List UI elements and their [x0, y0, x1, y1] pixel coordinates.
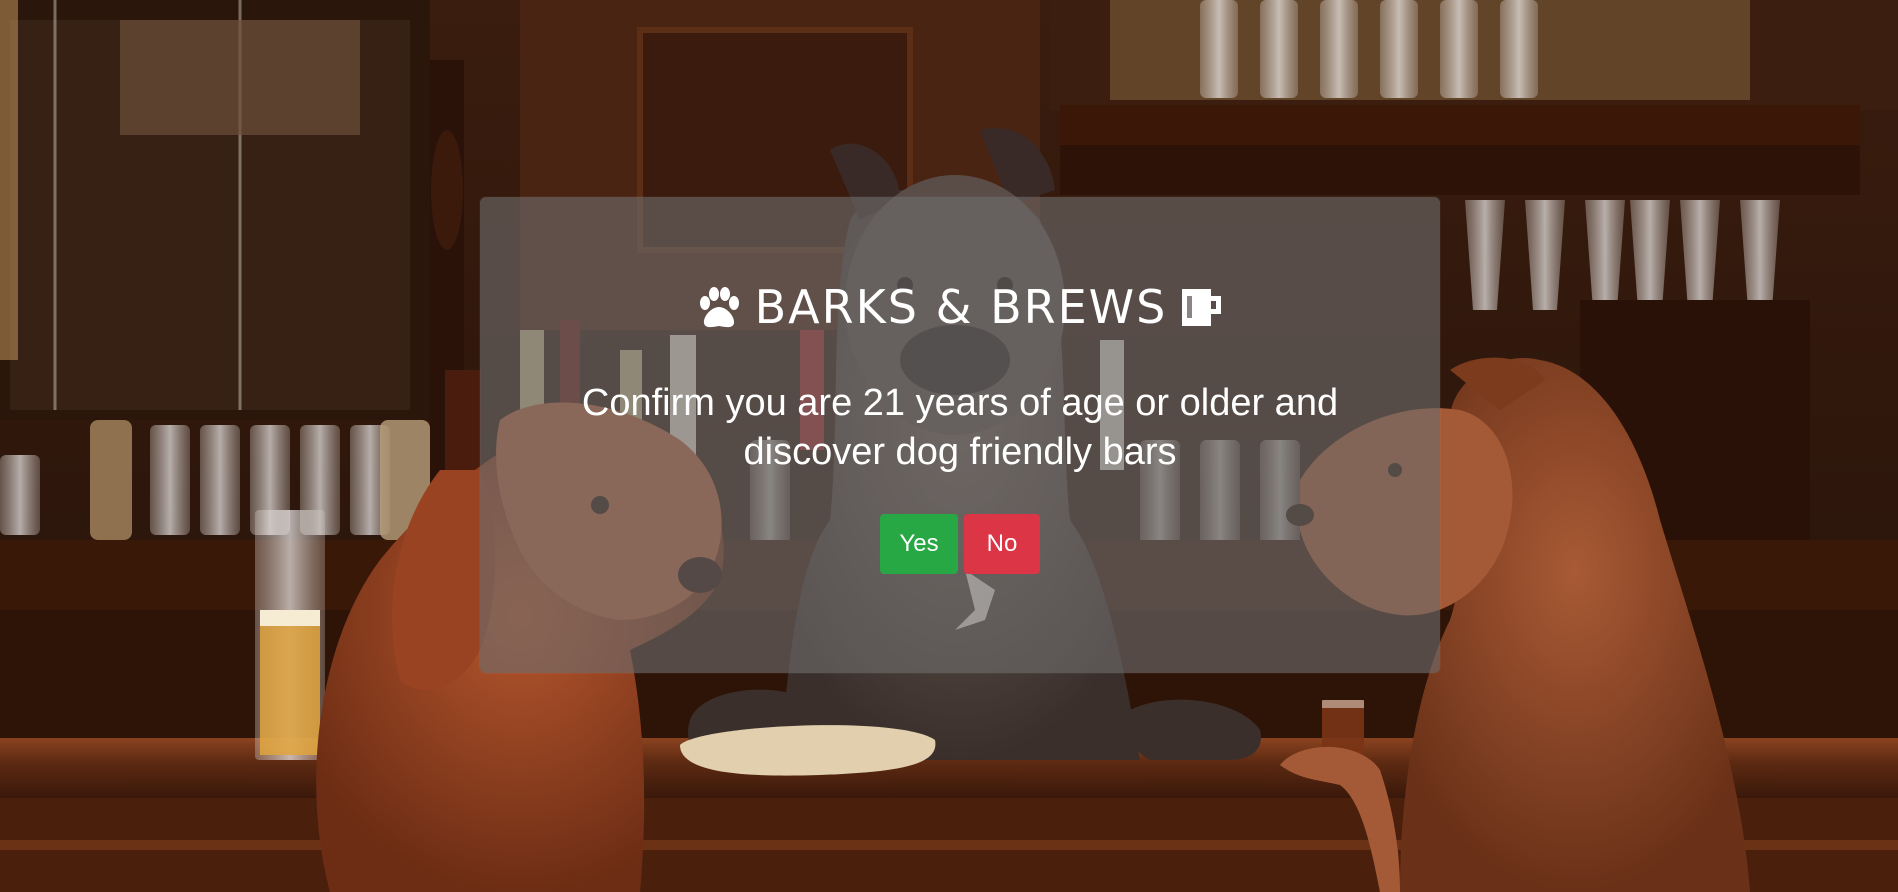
no-button[interactable]: No [964, 514, 1040, 574]
age-confirmation-message: Confirm you are 21 years of age or older… [581, 382, 1339, 473]
age-gate-page: BARKS & BREWS Confirm you are 21 years o… [0, 0, 1898, 892]
yes-button[interactable]: Yes [880, 514, 958, 574]
beer-mug-icon [1179, 284, 1225, 330]
brand-logo: BARKS & BREWS [480, 279, 1440, 335]
brand-name: BARKS & BREWS [754, 280, 1168, 334]
age-confirmation-buttons: Yes No [480, 514, 1440, 574]
paw-icon [695, 283, 743, 331]
age-verification-modal: BARKS & BREWS Confirm you are 21 years o… [480, 197, 1440, 673]
